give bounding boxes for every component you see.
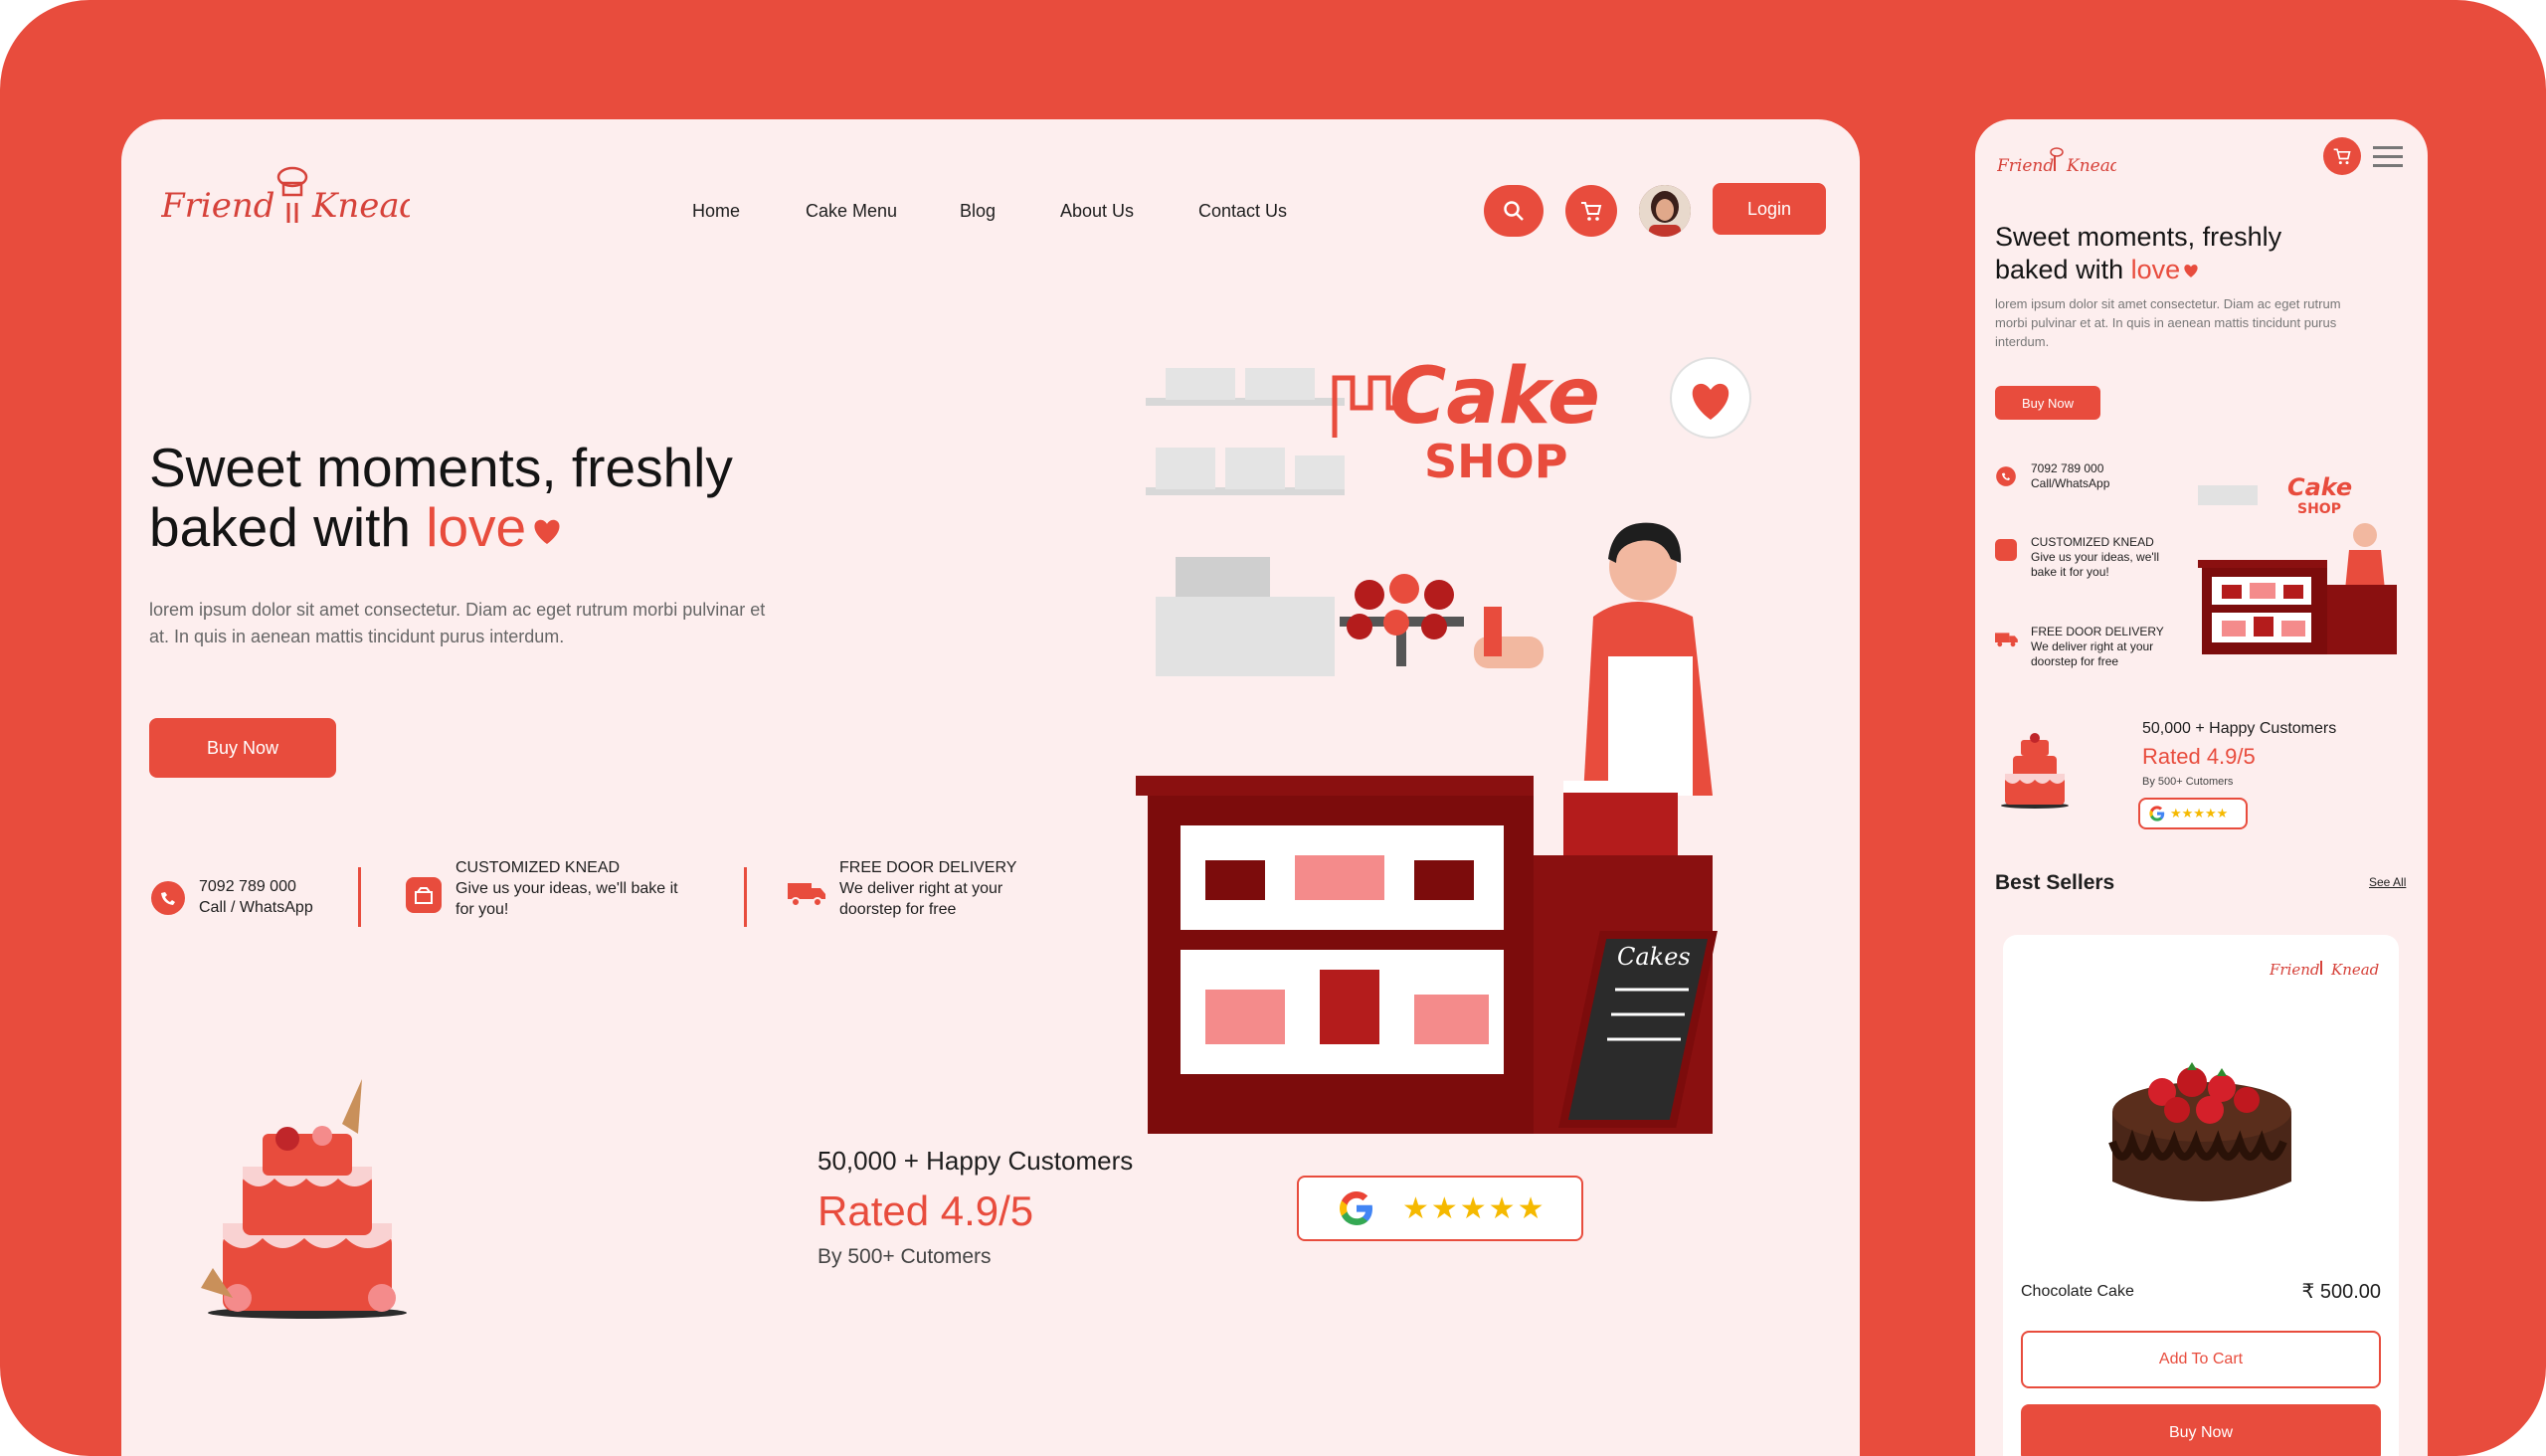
mobile-hero-paragraph: lorem ipsum dolor sit amet consectetur. … [1995,296,2341,349]
svg-text:Friend: Friend [1997,156,2054,176]
google-rating-badge[interactable]: ★★★★★ [1297,1176,1583,1241]
feature-customized: CUSTOMIZED KNEAD Give us your ideas, we'l… [406,857,678,927]
feature-divider [358,867,361,927]
svg-text:Knead: Knead [2066,156,2116,176]
whatsapp-icon [151,881,185,915]
login-button[interactable]: Login [1713,183,1826,235]
svg-text:Friend: Friend [161,186,275,226]
mobile-hero-title-line1: Sweet moments, freshly [1995,222,2282,252]
cake-box-icon [406,877,442,913]
buy-now-button[interactable]: Buy Now [149,718,336,778]
hero-title: Sweet moments, freshly baked with love [149,438,733,557]
mobile-feature-delivery: FREE DOOR DELIVERY We deliver right at yo… [1995,625,2184,684]
cake-shop-illustration: Cake SHOP Cakes [1136,328,1792,1134]
hero-paragraph: lorem ipsum dolor sit amet consectetur. … [149,600,766,646]
best-sellers-heading: Best Sellers [1995,871,2115,894]
nav-about-us[interactable]: About Us [1060,201,1134,222]
truck-icon [1995,633,2018,647]
heart-icon [534,519,560,544]
board-text: Cakes [1617,943,1691,971]
sign-cake-text: Cake [1389,352,1600,442]
nav-blog[interactable]: Blog [960,201,996,222]
product-buy-now-button[interactable]: Buy Now [2021,1404,2381,1456]
feature-delivery-title: FREE DOOR DELIVERY [839,859,1017,876]
nav-home[interactable]: Home [692,201,740,222]
google-stars: ★★★★★ [1402,1191,1546,1225]
svg-text:Knead: Knead [311,186,410,226]
mobile-cake-illustration [1995,722,2075,812]
see-all-link[interactable]: See All [2369,875,2406,889]
showcase-background: Friend Knead Home Cake Menu Blog About U… [0,0,2546,1456]
feature-customized-sub: Give us your ideas, we'll bake it for yo… [455,880,678,918]
happy-customers-text: 50,000 + Happy Customers [818,1146,1134,1176]
mobile-page: Friend Knead Sweet moments, freshly baked… [1975,119,2428,1456]
search-button[interactable] [1484,185,1544,237]
mobile-google-stars: ★★★★★ [2170,806,2229,820]
mobile-hero-title: Sweet moments, freshly baked with love [1995,221,2281,286]
desktop-page: Friend Knead Home Cake Menu Blog About U… [121,119,1860,1456]
product-price: ₹ 500.00 [2301,1281,2381,1303]
cart-button[interactable] [1565,185,1617,237]
svg-text:Friend: Friend [2270,961,2320,979]
hero-title-line1: Sweet moments, freshly [149,437,733,498]
feature-delivery-sub: We deliver right at your doorstep for fr… [839,880,1003,918]
mobile-feature-phone-sub: Call/WhatsApp [2031,476,2110,490]
cake-box-icon [1995,539,2017,561]
feature-divider [744,867,747,927]
hero-title-highlight: love [426,496,527,558]
cart-icon [1581,202,1602,221]
cart-icon [2333,148,2351,165]
nav-contact-us[interactable]: Contact Us [1198,201,1287,222]
mobile-rated-text: Rated 4.9/5 [2142,744,2256,769]
hero-title-line2: baked with [149,496,427,558]
rated-text: Rated 4.9/5 [818,1187,1034,1234]
mobile-happy-customers: 50,000 + Happy Customers [2142,720,2337,737]
feature-delivery: FREE DOOR DELIVERY We deliver right at yo… [788,857,1046,927]
mobile-feature-customized-title: CUSTOMIZED KNEAD [2031,535,2154,549]
whatsapp-icon [1996,466,2016,486]
mobile-feature-delivery-sub: We deliver right at your doorstep for fr… [2031,639,2154,668]
brand-logo[interactable]: Friend Knead [160,159,421,239]
search-icon [1504,201,1524,221]
feature-customized-title: CUSTOMIZED KNEAD [455,859,621,876]
product-brand-watermark: Friend Knead [2270,961,2379,979]
sign-shop-text: SHOP [1424,435,1567,488]
feature-phone: 7092 789 000 Call / WhatsApp [149,867,328,927]
product-name: Chocolate Cake [2021,1283,2134,1300]
menu-button[interactable] [2373,145,2403,169]
mobile-feature-delivery-title: FREE DOOR DELIVERY [2031,625,2164,638]
google-icon [2149,806,2165,821]
feature-phone-sub: Call / WhatsApp [199,899,313,916]
mobile-feature-customized-sub: Give us your ideas, we'll bake it for yo… [2031,550,2160,579]
svg-text:Knead: Knead [2330,961,2379,979]
mobile-by-customers: By 500+ Cutomers [2142,776,2234,788]
mobile-brand-logo[interactable]: Friend Knead [1996,141,2121,181]
svg-text:SHOP: SHOP [2297,501,2341,517]
svg-text:Cake: Cake [2287,473,2352,501]
cake-illustration [183,1074,432,1333]
nav-cake-menu[interactable]: Cake Menu [806,201,897,222]
mobile-feature-customized: CUSTOMIZED KNEAD Give us your ideas, we'l… [1995,535,2184,595]
product-card[interactable]: Friend Knead Chocolate Cake ₹ 500.00 Add … [2003,935,2399,1456]
hamburger-icon [2373,146,2403,167]
mobile-feature-phone-title: 7092 789 000 [2031,461,2104,475]
avatar[interactable] [1639,185,1691,237]
mobile-hero-title-line2: baked with [1995,255,2131,284]
heart-icon [2184,265,2198,277]
mobile-feature-phone: 7092 789 000 Call/WhatsApp [1995,461,2174,505]
mobile-google-rating-badge[interactable]: ★★★★★ [2138,798,2248,829]
by-customers-text: By 500+ Cutomers [818,1245,992,1268]
chocolate-cake-image [2108,1062,2291,1201]
mobile-cart-button[interactable] [2323,137,2361,175]
add-to-cart-button[interactable]: Add To Cart [2021,1331,2381,1388]
mobile-shop-illustration: Cake SHOP [2198,465,2407,654]
google-icon [1340,1191,1372,1225]
feature-phone-title: 7092 789 000 [199,878,296,895]
mobile-buy-now-button[interactable]: Buy Now [1995,386,2100,420]
mobile-hero-highlight: love [2130,255,2181,284]
truck-icon [788,883,825,907]
